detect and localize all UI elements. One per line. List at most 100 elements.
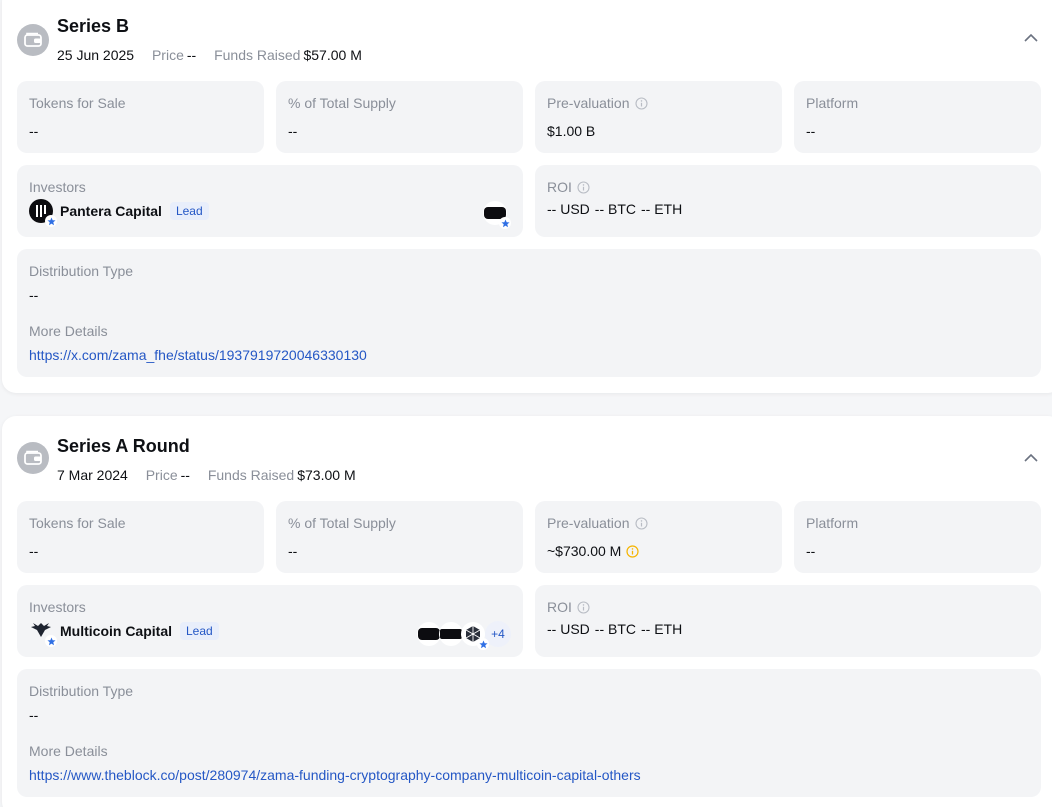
roi-header: ROI xyxy=(547,599,590,615)
roi-btc: -- BTC xyxy=(595,201,636,217)
round-title: Series A Round xyxy=(57,436,190,456)
investors-box: Investors Pantera Capital Lead xyxy=(17,165,523,237)
total-supply-label: % of Total Supply xyxy=(288,95,396,111)
funds-raised-label: Funds Raised xyxy=(207,467,295,483)
price-value: -- xyxy=(180,467,190,483)
distribution-type-label: Distribution Type xyxy=(29,683,134,699)
pre-valuation-value: ~$730.00 M xyxy=(547,543,622,559)
lead-badge: Lead xyxy=(180,622,219,640)
price-label: Price xyxy=(151,47,184,63)
roi-values: -- USD -- BTC -- ETH xyxy=(547,621,682,637)
roi-box: ROI -- USD -- BTC -- ETH xyxy=(535,585,1041,657)
investors-box: Investors Multicoin Capital Lead +4 xyxy=(17,585,523,657)
lead-investor-name: Multicoin Capital xyxy=(60,623,172,639)
lead-investor[interactable]: Multicoin Capital Lead xyxy=(29,619,219,647)
funds-raised-label: Funds Raised xyxy=(214,47,301,63)
other-investors[interactable]: +4 xyxy=(417,621,511,650)
platform-label: Platform xyxy=(806,95,859,111)
warning-info-icon[interactable] xyxy=(626,544,639,558)
funding-round-card-series-b: Series B 25 Jun 2025 Price -- Funds Raise… xyxy=(2,0,1052,393)
platform-label: Platform xyxy=(806,515,859,531)
roi-btc-unit: BTC xyxy=(608,201,636,217)
collapse-chevron-up-icon[interactable] xyxy=(1022,29,1040,47)
lead-badge: Lead xyxy=(169,202,209,220)
round-meta: 7 Mar 2024 Price -- Funds Raised $73.00 M xyxy=(57,467,356,483)
pre-valuation-label: Pre-valuation xyxy=(547,515,630,531)
round-meta: 25 Jun 2025 Price -- Funds Raised $57.00 M xyxy=(57,47,362,63)
distribution-type-value: -- xyxy=(29,287,39,303)
pre-valuation-header: Pre-valuation xyxy=(547,515,648,531)
roi-values: -- USD -- BTC -- ETH xyxy=(547,201,682,217)
info-icon[interactable] xyxy=(577,600,590,614)
roi-eth: -- ETH xyxy=(641,201,682,217)
price-label: Price xyxy=(145,467,178,483)
tokens-for-sale-value: -- xyxy=(29,123,39,139)
tokens-for-sale-box: Tokens for Sale -- xyxy=(17,501,264,573)
roi-usd: -- USD xyxy=(547,201,590,217)
roi-eth-unit: ETH xyxy=(654,201,683,217)
lead-investor-name: Pantera Capital xyxy=(60,203,162,219)
pre-valuation-header: Pre-valuation xyxy=(547,95,648,111)
info-icon[interactable] xyxy=(634,516,648,530)
platform-value: -- xyxy=(806,543,816,559)
round-title: Series B xyxy=(57,16,130,36)
tokens-for-sale-label: Tokens for Sale xyxy=(29,515,126,531)
roi-btc-value: -- xyxy=(594,201,605,217)
investor-logo-icon xyxy=(461,622,489,650)
total-supply-value: -- xyxy=(288,123,298,139)
tokens-for-sale-box: Tokens for Sale -- xyxy=(17,81,264,153)
distribution-type-label: Distribution Type xyxy=(29,263,134,279)
roi-btc-unit: BTC xyxy=(608,621,636,637)
funding-round-icon xyxy=(17,442,49,474)
investor-logo-icon xyxy=(483,201,511,229)
pre-valuation-row: ~$730.00 M xyxy=(547,543,639,559)
platform-box: Platform -- xyxy=(794,81,1041,153)
multicoin-capital-logo-icon xyxy=(29,619,57,647)
roi-btc: -- BTC xyxy=(595,621,636,637)
star-icon xyxy=(45,635,57,647)
more-details-link[interactable]: https://www.theblock.co/post/280974/zama… xyxy=(29,767,641,783)
tokens-for-sale-label: Tokens for Sale xyxy=(29,95,126,111)
star-icon xyxy=(45,215,57,227)
total-supply-label: % of Total Supply xyxy=(288,515,396,531)
more-details-label: More Details xyxy=(29,323,108,339)
roi-eth: -- ETH xyxy=(641,621,682,637)
investor-logo-icon xyxy=(417,622,441,646)
roi-usd: -- USD xyxy=(547,621,590,637)
roi-usd-value: -- xyxy=(547,621,557,637)
round-date: 25 Jun 2025 xyxy=(57,47,135,63)
platform-box: Platform -- xyxy=(794,501,1041,573)
pantera-capital-logo-icon xyxy=(29,199,57,227)
roi-usd-value: -- xyxy=(547,201,557,217)
collapse-chevron-up-icon[interactable] xyxy=(1022,449,1040,467)
roi-eth-unit: ETH xyxy=(654,621,683,637)
roi-label: ROI xyxy=(547,599,572,615)
distribution-type-value: -- xyxy=(29,707,39,723)
roi-eth-value: -- xyxy=(641,201,651,217)
more-details-link[interactable]: https://x.com/zama_fhe/status/1937919720… xyxy=(29,347,367,363)
roi-btc-value: -- xyxy=(594,621,605,637)
more-details-label: More Details xyxy=(29,743,108,759)
roi-box: ROI -- USD -- BTC -- ETH xyxy=(535,165,1041,237)
pre-valuation-value: $1.00 B xyxy=(547,123,596,139)
lead-investor[interactable]: Pantera Capital Lead xyxy=(29,199,209,227)
star-icon xyxy=(477,638,489,650)
platform-value: -- xyxy=(806,123,816,139)
other-investors[interactable] xyxy=(483,201,511,229)
roi-usd-unit: USD xyxy=(560,201,590,217)
pre-valuation-box: Pre-valuation ~$730.00 M xyxy=(535,501,782,573)
pre-valuation-box: Pre-valuation $1.00 B xyxy=(535,81,782,153)
tokens-for-sale-value: -- xyxy=(29,543,39,559)
funding-round-icon xyxy=(17,24,49,56)
price-value: -- xyxy=(186,47,197,63)
info-icon[interactable] xyxy=(577,180,590,194)
total-supply-value: -- xyxy=(288,543,298,559)
roi-label: ROI xyxy=(547,179,572,195)
distribution-box: Distribution Type -- More Details https:… xyxy=(17,249,1041,377)
roi-eth-value: -- xyxy=(641,621,651,637)
investors-label: Investors xyxy=(29,599,86,615)
total-supply-box: % of Total Supply -- xyxy=(276,81,523,153)
total-supply-box: % of Total Supply -- xyxy=(276,501,523,573)
info-icon[interactable] xyxy=(634,96,648,110)
investor-logo-icon xyxy=(439,622,463,646)
